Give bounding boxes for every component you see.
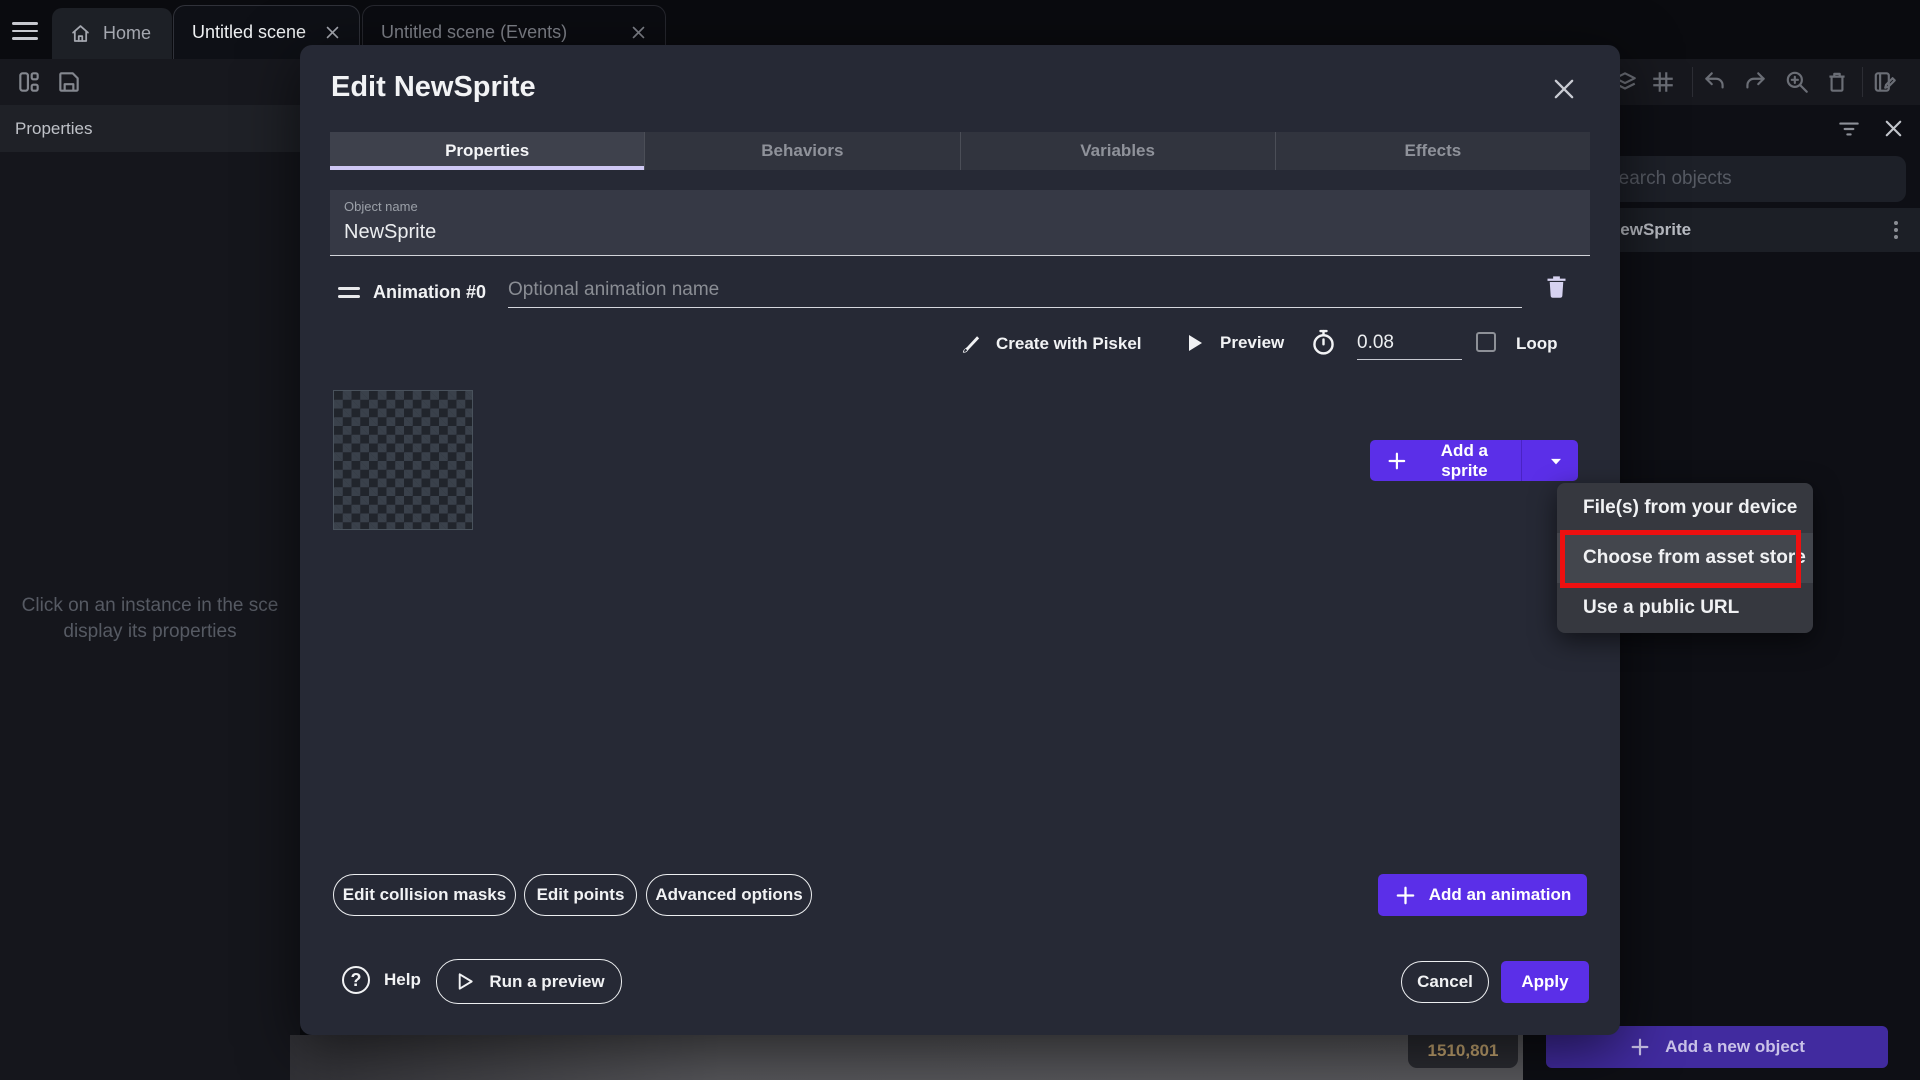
menu-item-label: Use a public URL — [1583, 597, 1739, 619]
preview-button[interactable]: Preview — [1182, 331, 1284, 355]
edit-object-dialog: Edit NewSprite Properties Behaviors Vari… — [300, 45, 1620, 1035]
loop-label: Loop — [1516, 334, 1558, 354]
button-divider — [1521, 440, 1522, 481]
edit-points-label: Edit points — [537, 885, 625, 905]
run-preview-button[interactable]: Run a preview — [436, 959, 622, 1004]
edit-points-button[interactable]: Edit points — [524, 874, 637, 916]
close-tab-icon[interactable] — [324, 24, 341, 41]
preview-label: Preview — [1220, 333, 1284, 353]
events-sheet-icon[interactable] — [1872, 69, 1898, 95]
create-with-piskel-button[interactable]: Create with Piskel — [958, 331, 1142, 357]
apply-button[interactable]: Apply — [1501, 961, 1589, 1003]
plus-icon — [1394, 884, 1417, 907]
coordinates-value: 1510,801 — [1428, 1041, 1499, 1061]
drag-handle-icon[interactable] — [338, 287, 360, 298]
tab-label: Behaviors — [761, 141, 843, 161]
trash-icon[interactable] — [1824, 69, 1850, 95]
object-item-menu-icon[interactable] — [1894, 218, 1898, 242]
timer-icon — [1309, 328, 1338, 357]
app-window: Home Untitled scene Untitled scene (Even… — [0, 0, 1920, 1080]
undo-icon[interactable] — [1702, 69, 1728, 95]
sprite-thumbnail-empty[interactable] — [333, 390, 473, 530]
tab-behaviors[interactable]: Behaviors — [645, 132, 960, 170]
advanced-options-button[interactable]: Advanced options — [646, 874, 812, 916]
close-dialog-icon[interactable] — [1550, 75, 1580, 105]
object-name-field[interactable]: Object name NewSprite — [330, 190, 1590, 256]
close-tab-icon[interactable] — [630, 24, 647, 41]
home-icon — [70, 23, 91, 44]
menu-item-use-public-url[interactable]: Use a public URL — [1557, 583, 1813, 633]
main-menu-icon[interactable] — [12, 22, 38, 40]
menu-item-label: Choose from asset store — [1583, 547, 1806, 569]
zoom-in-icon[interactable] — [1784, 69, 1810, 95]
cancel-button[interactable]: Cancel — [1401, 961, 1489, 1003]
animation-label: Animation #0 — [373, 282, 486, 303]
tab-label: Effects — [1405, 141, 1462, 161]
toggle-panels-icon[interactable] — [16, 69, 42, 95]
cancel-label: Cancel — [1417, 972, 1473, 992]
scene-canvas[interactable] — [290, 1035, 1523, 1080]
loop-checkbox[interactable] — [1476, 332, 1496, 352]
empty-state-line2: display its properties — [0, 619, 300, 645]
add-sprite-label: Add a sprite — [1420, 441, 1509, 481]
properties-panel: Properties Click on an instance in the s… — [0, 105, 300, 1080]
edit-collision-masks-label: Edit collision masks — [343, 885, 506, 905]
dialog-title: Edit NewSprite — [331, 71, 536, 104]
properties-panel-header: Properties — [0, 105, 300, 152]
tab-events-label: Untitled scene (Events) — [381, 22, 567, 43]
create-with-piskel-label: Create with Piskel — [996, 334, 1142, 354]
tab-label: Properties — [445, 141, 529, 161]
brush-icon — [958, 331, 984, 357]
object-name-value: NewSprite — [344, 221, 436, 244]
tab-label: Variables — [1080, 141, 1155, 161]
add-new-object-label: Add a new object — [1665, 1037, 1805, 1057]
frame-time-input[interactable] — [1357, 326, 1462, 360]
tab-properties[interactable]: Properties — [330, 132, 645, 170]
edit-collision-masks-button[interactable]: Edit collision masks — [333, 874, 516, 916]
grid-icon[interactable] — [1650, 69, 1676, 95]
plus-icon — [1386, 449, 1408, 473]
plus-icon — [1629, 1036, 1651, 1058]
save-icon[interactable] — [56, 69, 82, 95]
help-icon: ? — [342, 966, 370, 994]
run-preview-label: Run a preview — [489, 972, 604, 992]
toolbar-divider — [1692, 67, 1693, 97]
dialog-tab-bar: Properties Behaviors Variables Effects — [330, 132, 1590, 170]
add-animation-label: Add an animation — [1429, 885, 1572, 905]
help-button[interactable]: ? Help — [342, 966, 421, 994]
redo-icon[interactable] — [1742, 69, 1768, 95]
apply-label: Apply — [1521, 972, 1568, 992]
tab-home-label: Home — [103, 23, 151, 44]
menu-item-files-from-device[interactable]: File(s) from your device — [1557, 483, 1813, 533]
delete-animation-icon[interactable] — [1543, 273, 1570, 300]
close-panel-icon[interactable] — [1882, 117, 1905, 140]
toolbar-divider — [1862, 67, 1863, 97]
help-label: Help — [384, 970, 421, 990]
filter-icon[interactable] — [1836, 116, 1862, 142]
advanced-options-label: Advanced options — [655, 885, 802, 905]
properties-panel-title: Properties — [15, 119, 92, 139]
chevron-down-icon[interactable] — [1534, 451, 1578, 471]
tab-effects[interactable]: Effects — [1276, 132, 1590, 170]
object-name-label: Object name — [344, 199, 418, 214]
play-icon — [1182, 331, 1206, 355]
tab-variables[interactable]: Variables — [961, 132, 1276, 170]
add-animation-button[interactable]: Add an animation — [1378, 874, 1587, 916]
empty-state-line1: Click on an instance in the sce — [0, 593, 300, 619]
properties-empty-state: Click on an instance in the sce display … — [0, 593, 300, 645]
menu-item-choose-from-asset-store[interactable]: Choose from asset store — [1557, 533, 1813, 583]
tab-home[interactable]: Home — [52, 8, 172, 59]
tab-scene-label: Untitled scene — [192, 22, 306, 43]
animation-name-input[interactable] — [508, 272, 1522, 308]
menu-item-label: File(s) from your device — [1583, 497, 1797, 519]
add-sprite-button[interactable]: Add a sprite — [1370, 440, 1578, 481]
add-sprite-dropdown-menu: File(s) from your device Choose from ass… — [1557, 483, 1813, 633]
play-outline-icon — [453, 970, 476, 993]
